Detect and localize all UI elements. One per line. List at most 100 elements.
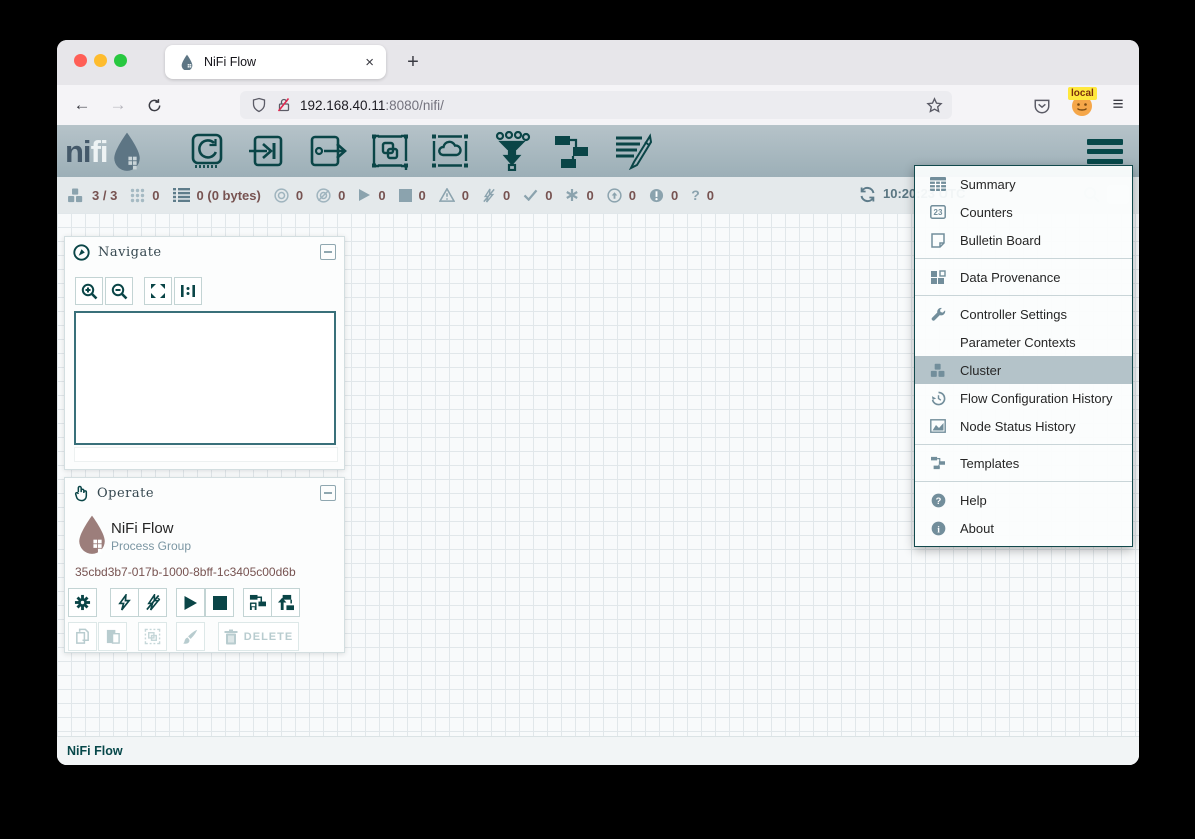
input-port-component[interactable]	[245, 131, 289, 171]
account-avatar[interactable]: local	[1071, 95, 1093, 122]
birdseye-brush[interactable]	[74, 447, 338, 462]
fill-color-button[interactable]	[176, 622, 205, 651]
menu-item-summary[interactable]: Summary	[915, 170, 1132, 198]
up-to-date-status: 0	[523, 188, 552, 203]
birdseye-minimap[interactable]	[74, 311, 336, 445]
breadcrumb-bar: NiFi Flow	[57, 736, 1139, 765]
template-component[interactable]	[550, 131, 594, 171]
sync-failure-status: ? 0	[691, 187, 714, 203]
zoom-window-button[interactable]	[114, 54, 127, 67]
process-group-component[interactable]	[368, 131, 412, 171]
navigate-palette: Navigate	[64, 236, 345, 470]
shield-icon[interactable]	[251, 97, 267, 113]
paste-button[interactable]	[98, 622, 127, 651]
menu-item-counters[interactable]: 23 Counters	[915, 198, 1132, 226]
bolt-slash-icon	[145, 594, 161, 611]
delete-button[interactable]: DELETE	[218, 622, 299, 651]
copy-button[interactable]	[68, 622, 97, 651]
group-selection-icon	[144, 628, 161, 645]
disable-button[interactable]	[138, 588, 167, 617]
operate-hand-icon	[73, 485, 89, 502]
menu-item-help[interactable]: ? Help	[915, 486, 1132, 514]
reload-button[interactable]	[141, 92, 167, 118]
group-button[interactable]	[138, 622, 167, 651]
breadcrumb-root[interactable]: NiFi Flow	[67, 744, 123, 758]
browser-tab[interactable]: NiFi Flow ×	[165, 45, 386, 79]
bookmark-star-icon[interactable]	[926, 97, 943, 114]
svg-text:?: ?	[935, 495, 941, 505]
tab-close-icon[interactable]: ×	[365, 54, 374, 71]
menu-divider	[915, 481, 1132, 482]
queued-status: 0 (0 bytes)	[173, 188, 261, 203]
start-button[interactable]	[176, 588, 205, 617]
new-tab-button[interactable]: +	[400, 49, 426, 75]
menu-divider	[915, 295, 1132, 296]
menu-item-parameter-contexts[interactable]: Parameter Contexts	[915, 328, 1132, 356]
stopped-status: 0	[399, 188, 426, 203]
output-port-component[interactable]	[305, 131, 349, 171]
copy-icon	[74, 628, 91, 645]
menu-item-cluster[interactable]: Cluster	[915, 356, 1132, 384]
refresh-icon[interactable]	[859, 186, 876, 208]
menu-item-about[interactable]: i About	[915, 514, 1132, 542]
menu-item-bulletin-board[interactable]: Bulletin Board	[915, 226, 1132, 254]
gear-icon	[74, 594, 91, 611]
tab-bar: NiFi Flow × +	[57, 40, 1139, 85]
stop-button[interactable]	[205, 588, 234, 617]
label-component[interactable]	[611, 131, 655, 171]
menu-item-node-status-history[interactable]: Node Status History	[915, 412, 1132, 440]
invalid-warning-icon	[439, 188, 455, 202]
active-threads-status: 0	[130, 188, 159, 203]
configuration-button[interactable]	[68, 588, 97, 617]
processor-component[interactable]	[185, 131, 229, 171]
enable-button[interactable]	[110, 588, 139, 617]
data-provenance-icon	[928, 270, 948, 285]
start-play-icon	[183, 595, 198, 611]
nifi-favicon-icon	[179, 54, 195, 70]
connected-nodes-status: 3 / 3	[67, 188, 117, 203]
url-text[interactable]: 192.168.40.11:8080/nifi/	[300, 98, 444, 113]
minimize-window-button[interactable]	[94, 54, 107, 67]
svg-text:i: i	[937, 525, 940, 535]
summary-table-icon	[928, 177, 948, 191]
cluster-icon	[928, 363, 948, 378]
brush-icon	[182, 628, 199, 645]
insecure-lock-icon[interactable]	[276, 97, 292, 113]
exclamation-circle-icon	[649, 188, 664, 203]
templates-icon	[928, 456, 948, 470]
url-path: :8080/nifi/	[385, 98, 444, 113]
zoom-in-button[interactable]	[75, 277, 103, 305]
invalid-status: 0	[439, 188, 469, 203]
zoom-actual-size-button[interactable]	[174, 277, 202, 305]
upload-template-button[interactable]	[271, 588, 300, 617]
trash-icon	[224, 629, 238, 645]
stop-square-icon	[213, 596, 227, 610]
transmitting-icon	[274, 188, 289, 203]
browser-navbar: ← → 192.168.40.11:8080/nifi/ local ≡	[57, 85, 1139, 125]
selected-flow-id[interactable]: 35cbd3b7-017b-1000-8bff-1c3405c00d6b	[75, 565, 296, 579]
global-menu-button[interactable]	[1087, 139, 1123, 164]
menu-item-data-provenance[interactable]: Data Provenance	[915, 263, 1132, 291]
back-button[interactable]: ←	[69, 92, 95, 118]
nifi-logo-fi: fi	[91, 133, 108, 171]
svg-text:23: 23	[934, 208, 943, 217]
app-menu-button[interactable]: ≡	[1105, 92, 1131, 118]
create-template-button[interactable]	[243, 588, 272, 617]
operate-collapse-button[interactable]	[320, 485, 336, 501]
navigate-compass-icon	[73, 244, 90, 261]
zoom-out-button[interactable]	[105, 277, 133, 305]
global-menu: Summary 23 Counters Bulletin Board Data …	[914, 165, 1133, 547]
funnel-component[interactable]	[490, 131, 534, 171]
menu-item-templates[interactable]: Templates	[915, 449, 1132, 477]
navigate-collapse-button[interactable]	[320, 244, 336, 260]
pocket-icon[interactable]	[1033, 97, 1051, 115]
menu-item-controller-settings[interactable]: Controller Settings	[915, 300, 1132, 328]
forward-button[interactable]: →	[105, 92, 131, 118]
remote-process-group-component[interactable]	[428, 131, 472, 171]
url-bar[interactable]: 192.168.40.11:8080/nifi/	[240, 91, 952, 119]
close-window-button[interactable]	[74, 54, 87, 67]
disabled-status: 0	[482, 188, 510, 203]
question-icon: ?	[691, 187, 700, 203]
zoom-fit-button[interactable]	[144, 277, 172, 305]
menu-item-flow-configuration-history[interactable]: Flow Configuration History	[915, 384, 1132, 412]
